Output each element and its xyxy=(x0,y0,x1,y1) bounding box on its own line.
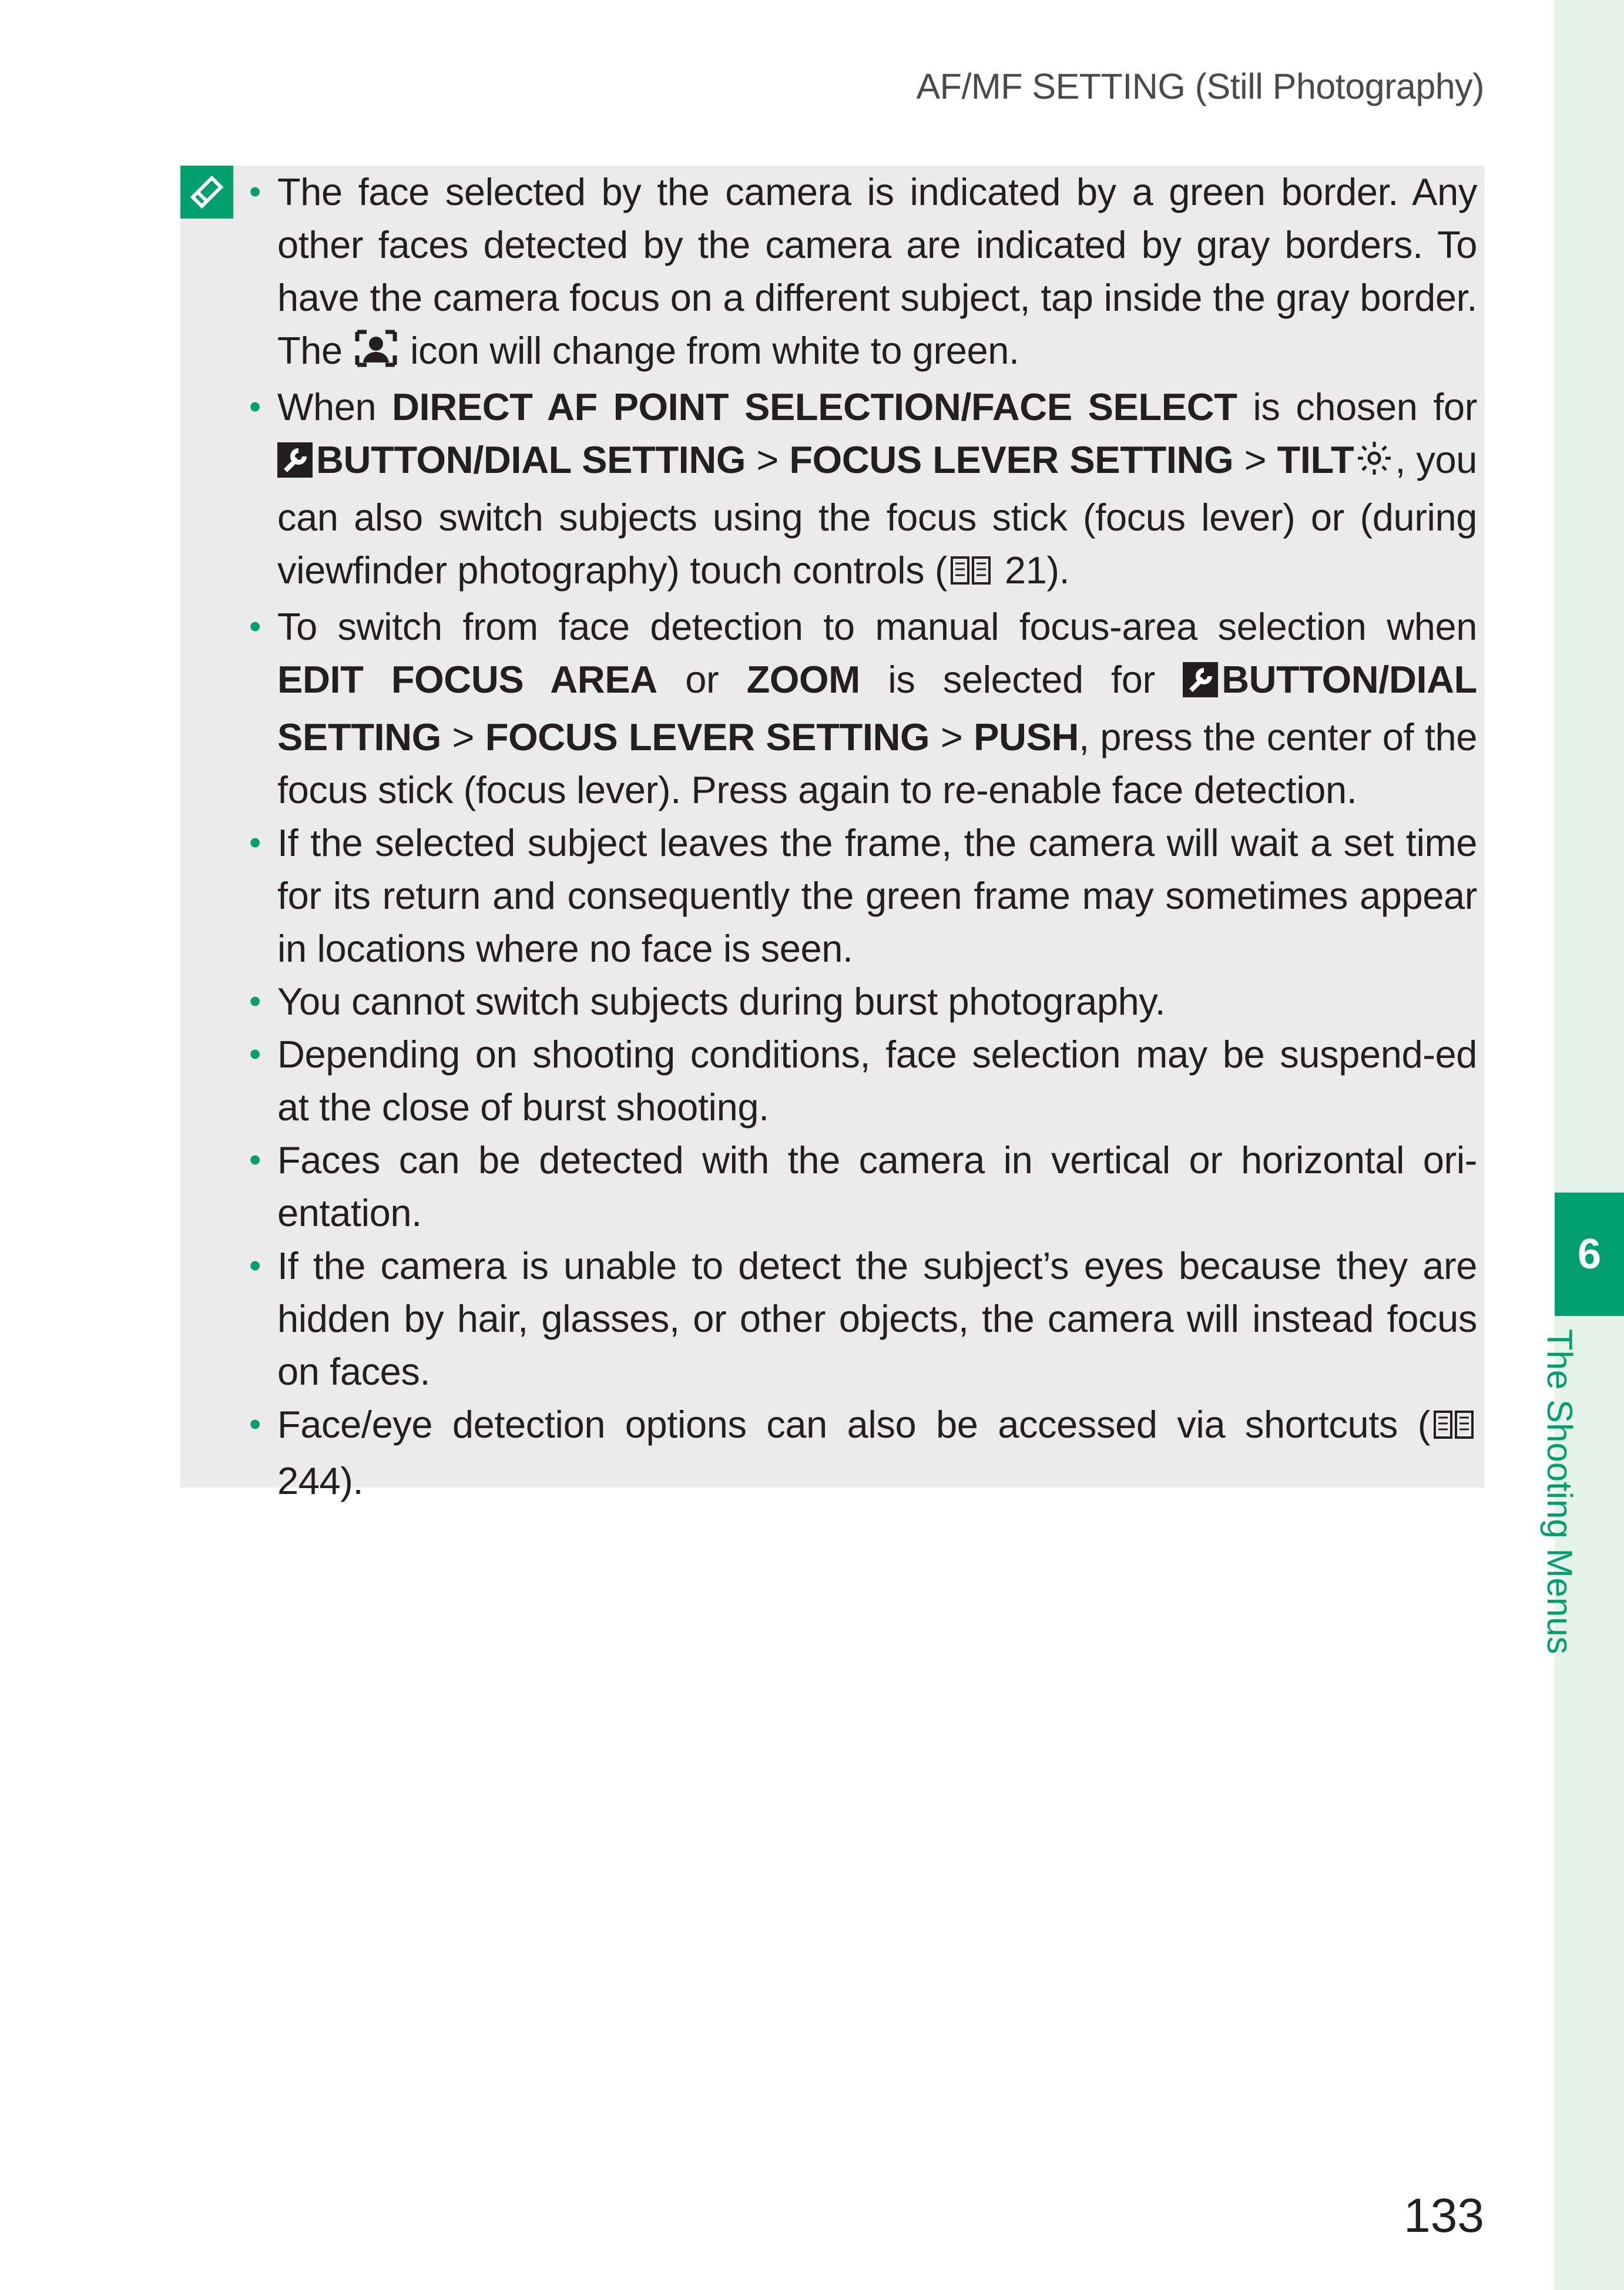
wrench-settings-icon xyxy=(277,438,313,491)
memo-pencil-icon xyxy=(180,166,233,219)
text-run: You cannot switch subjects during burst … xyxy=(277,980,1166,1023)
bullet-marker: • xyxy=(249,824,261,862)
bold-term: FOCUS LEVER SETTING xyxy=(789,438,1234,481)
text-run: is chosen for xyxy=(1237,385,1477,428)
face-select-icon xyxy=(355,328,397,381)
tilt-stick-icon xyxy=(1356,437,1393,490)
text-run: > xyxy=(1233,438,1277,481)
text-run: > xyxy=(746,438,790,481)
text-run: If the selected subject leaves the frame… xyxy=(277,821,1477,970)
bold-term: ZOOM xyxy=(746,658,861,701)
text-run: Face/eye detection options can also be a… xyxy=(277,1403,1430,1446)
note-item: • Faces can be detected with the camera i… xyxy=(249,1134,1477,1240)
bold-term: PUSH xyxy=(974,716,1079,758)
note-item: • If the camera is unable to detect the s… xyxy=(249,1240,1477,1398)
note-item: • Depending on shooting conditions, face … xyxy=(249,1028,1477,1134)
bullet-marker: • xyxy=(249,388,261,426)
text-run: If the camera is unable to detect the su… xyxy=(277,1244,1477,1393)
page-number: 133 xyxy=(1404,2189,1484,2242)
bold-term: FOCUS LEVER SETTING xyxy=(485,716,930,758)
note-item: • To switch from face detection to manual… xyxy=(249,600,1477,817)
bullet-marker: • xyxy=(249,1141,261,1179)
note-item: • If the selected subject leaves the fram… xyxy=(249,817,1477,975)
text-run: To switch from face detection to manual … xyxy=(277,605,1477,648)
bold-term: BUTTON/DIAL SETTING xyxy=(316,438,746,481)
chapter-side-tab xyxy=(1555,0,1624,2290)
text-run: is selected for xyxy=(860,658,1183,701)
note-item: • You cannot switch subjects during burst… xyxy=(249,975,1477,1028)
note-list: • The face selected by the camera is indi… xyxy=(249,166,1477,1507)
book-reference-icon xyxy=(1432,1402,1475,1455)
bold-term: EDIT FOCUS AREA xyxy=(277,658,657,701)
text-run: > xyxy=(930,716,974,758)
text-run: > xyxy=(441,716,485,758)
book-reference-icon xyxy=(949,548,992,600)
bullet-marker: • xyxy=(249,1405,261,1443)
chapter-number: 6 xyxy=(1555,1193,1624,1316)
bullet-marker: • xyxy=(249,982,261,1020)
bullet-marker: • xyxy=(249,1035,261,1073)
text-run: 21). xyxy=(994,549,1070,592)
note-box: • The face selected by the camera is indi… xyxy=(180,166,1485,1502)
chapter-title: The Shooting Menus xyxy=(1540,1329,1579,1654)
text-run: or xyxy=(657,658,747,701)
note-item: • When DIRECT AF POINT SELECTION/FACE SEL… xyxy=(249,381,1477,600)
note-item: • Face/eye detection options can also be … xyxy=(249,1398,1477,1507)
bullet-marker: • xyxy=(249,173,261,211)
note-item: • The face selected by the camera is indi… xyxy=(249,166,1477,381)
bullet-marker: • xyxy=(249,607,261,646)
text-run: When xyxy=(277,385,392,428)
wrench-settings-icon xyxy=(1183,658,1219,711)
running-header: AF/MF SETTING (Still Photography) xyxy=(916,66,1485,106)
bullet-marker: • xyxy=(249,1247,261,1285)
text-run: Faces can be detected with the camera in… xyxy=(277,1139,1477,1234)
text-run: 244). xyxy=(277,1459,364,1502)
text-run: icon will change from white to green. xyxy=(400,329,1019,372)
bold-term: DIRECT AF POINT SELECTION/FACE SELECT xyxy=(392,385,1237,428)
text-run: Depending on shooting conditions, face s… xyxy=(277,1033,1477,1129)
bold-term: TILT xyxy=(1277,438,1354,481)
